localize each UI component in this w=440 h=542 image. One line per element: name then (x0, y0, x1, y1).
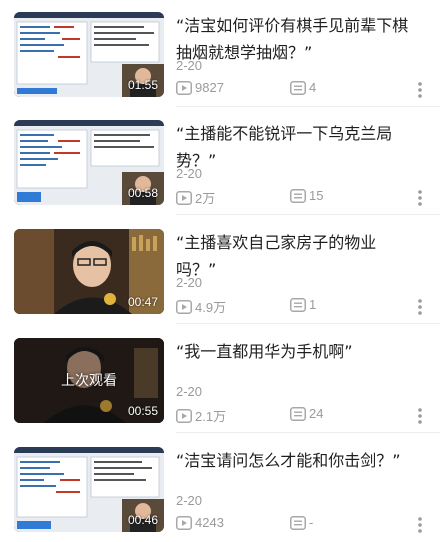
view-count-value: 9827 (195, 80, 224, 95)
comment-count-value: 1 (309, 297, 317, 312)
video-date: 2-20 (176, 493, 203, 508)
video-list: 01:55 “洁宝如何评价有棋手见前辈下棋抽烟就想学抽烟？” 2-20 9827… (0, 0, 440, 540)
comment-count: - (290, 515, 313, 530)
view-count: 4.9万 (176, 297, 226, 316)
comment-count-icon (290, 515, 306, 530)
video-duration: 00:46 (127, 513, 158, 527)
play-count-icon (176, 515, 192, 530)
video-date: 2-20 (176, 275, 203, 290)
comment-count: 24 (290, 406, 323, 421)
video-thumbnail[interactable]: 00:58 (14, 120, 164, 205)
more-vertical-icon[interactable] (412, 188, 428, 208)
video-stats: 4.9万 1 (176, 297, 416, 315)
video-date: 2-20 (176, 384, 203, 399)
more-vertical-icon[interactable] (412, 297, 428, 317)
video-title[interactable]: “洁宝如何评价有棋手见前辈下棋抽烟就想学抽烟？” (176, 12, 416, 66)
watched-label: 上次观看 (61, 372, 117, 388)
video-stats: 2万 15 (176, 188, 416, 206)
video-date: 2-20 (176, 58, 203, 73)
video-title[interactable]: “主播喜欢自己家房子的物业吗？” (176, 229, 416, 283)
comment-count: 1 (290, 297, 316, 312)
more-vertical-icon[interactable] (412, 515, 428, 535)
play-count-icon (176, 408, 192, 423)
divider (176, 323, 440, 324)
video-title[interactable]: “主播能不能锐评一下乌克兰局势？” (176, 120, 416, 174)
view-count: 4243 (176, 515, 224, 530)
comment-count-icon (290, 406, 306, 421)
comment-count: 15 (290, 188, 323, 203)
view-count: 2万 (176, 188, 215, 207)
video-title[interactable]: “洁宝请问怎么才能和你击剑？” (176, 447, 416, 474)
video-thumbnail[interactable]: 上次观看 00:55 (14, 338, 164, 423)
view-count-value: 2.1万 (195, 409, 227, 424)
video-item[interactable]: 00:58 “主播能不能锐评一下乌克兰局势？” 2-20 2万 15 (0, 108, 440, 215)
comment-count-value: 4 (309, 80, 317, 95)
more-vertical-icon[interactable] (412, 80, 428, 100)
comment-count-value: - (309, 515, 314, 530)
view-count: 9827 (176, 80, 224, 95)
play-count-icon (176, 80, 192, 95)
video-thumbnail[interactable]: 01:55 (14, 12, 164, 97)
video-item[interactable]: 00:47 “主播喜欢自己家房子的物业吗？” 2-20 4.9万 1 (0, 217, 440, 324)
view-count-value: 2万 (195, 191, 216, 206)
play-count-icon (176, 190, 192, 205)
video-thumbnail[interactable]: 00:46 (14, 447, 164, 532)
play-count-icon (176, 299, 192, 314)
comment-count-icon (290, 80, 306, 95)
video-item[interactable]: 上次观看 00:55 “我一直都用华为手机啊” 2-20 2.1万 24 (0, 326, 440, 433)
view-count: 2.1万 (176, 406, 226, 425)
more-vertical-icon[interactable] (412, 406, 428, 426)
view-count-value: 4243 (195, 515, 224, 530)
video-duration: 00:47 (127, 295, 158, 309)
comment-count-value: 15 (309, 188, 324, 203)
video-stats: 2.1万 24 (176, 406, 416, 424)
video-duration: 00:55 (127, 404, 158, 418)
comment-count-value: 24 (309, 406, 324, 421)
divider (176, 214, 440, 215)
video-stats: 9827 4 (176, 80, 416, 98)
comment-count-icon (290, 297, 306, 312)
divider (176, 432, 440, 433)
video-stats: 4243 - (176, 515, 416, 533)
video-date: 2-20 (176, 166, 203, 181)
video-item[interactable]: 01:55 “洁宝如何评价有棋手见前辈下棋抽烟就想学抽烟？” 2-20 9827… (0, 0, 440, 107)
video-duration: 00:58 (127, 186, 158, 200)
video-title[interactable]: “我一直都用华为手机啊” (176, 338, 416, 365)
comment-count-icon (290, 188, 306, 203)
video-duration: 01:55 (127, 78, 158, 92)
video-thumbnail[interactable]: 00:47 (14, 229, 164, 314)
divider (176, 106, 440, 107)
comment-count: 4 (290, 80, 316, 95)
video-item[interactable]: 00:46 “洁宝请问怎么才能和你击剑？” 2-20 4243 - (0, 435, 440, 542)
view-count-value: 4.9万 (195, 300, 227, 315)
